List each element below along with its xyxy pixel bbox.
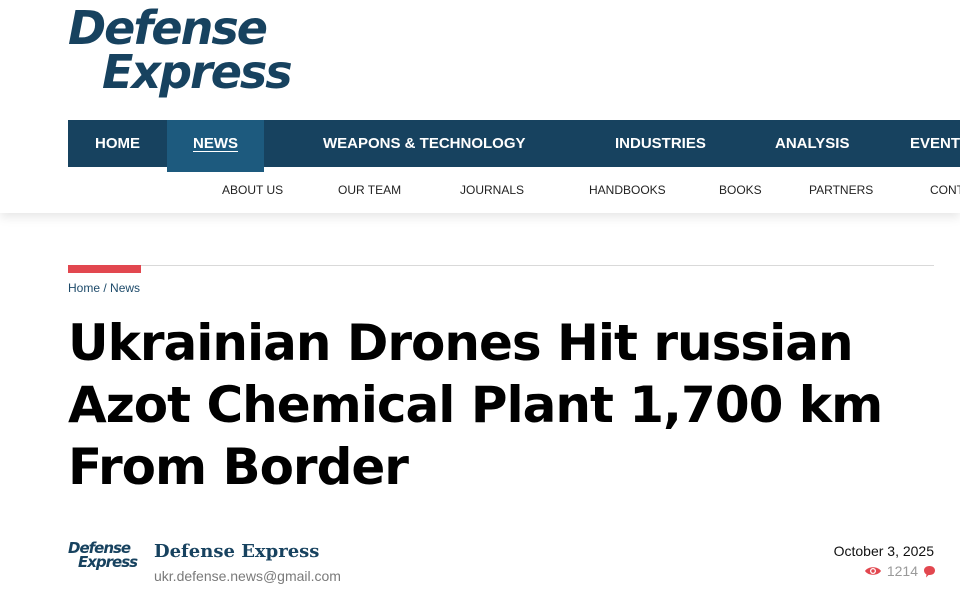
nav-item-news[interactable]: NEWS xyxy=(167,120,264,172)
breadcrumb-separator: / xyxy=(100,281,111,295)
article-title: Ukrainian Drones Hit russian Azot Chemic… xyxy=(68,314,883,496)
author-email[interactable]: ukr.defense.news@gmail.com xyxy=(154,568,341,584)
article-stats: 1214 xyxy=(864,563,936,579)
breadcrumb: Home / News xyxy=(68,281,140,295)
section-divider-accent xyxy=(68,265,141,273)
breadcrumb-home-link[interactable]: Home xyxy=(68,281,100,295)
eye-icon xyxy=(864,565,882,577)
site-header: Defense Express HOME NEWS WEAPONS & TECH… xyxy=(0,0,960,213)
author-avatar[interactable]: Defense Express xyxy=(68,541,138,585)
article-date: October 3, 2025 xyxy=(833,543,934,559)
nav-item-news-label: NEWS xyxy=(193,135,238,152)
subnav-item-about-us[interactable]: ABOUT US xyxy=(222,183,283,197)
nav-item-events[interactable]: EVENT xyxy=(910,120,960,167)
subnav-item-journals[interactable]: JOURNALS xyxy=(460,183,524,197)
subnav-item-our-team[interactable]: OUR TEAM xyxy=(338,183,401,197)
site-logo[interactable]: Defense Express xyxy=(68,1,293,99)
subnav-item-handbooks[interactable]: HANDBOOKS xyxy=(589,183,666,197)
comment-icon[interactable] xyxy=(923,565,936,578)
nav-item-analysis[interactable]: ANALYSIS xyxy=(775,120,849,167)
view-count: 1214 xyxy=(886,563,918,579)
avatar-logo-line2: Express xyxy=(78,553,138,571)
section-divider xyxy=(68,265,934,266)
nav-item-industries[interactable]: INDUSTRIES xyxy=(615,120,706,167)
main-nav: HOME NEWS WEAPONS & TECHNOLOGY INDUSTRIE… xyxy=(68,120,960,172)
logo-line2: Express xyxy=(102,45,293,99)
subnav-item-partners[interactable]: PARTNERS xyxy=(809,183,873,197)
breadcrumb-news-link[interactable]: News xyxy=(110,281,140,295)
subnav-item-contacts[interactable]: CONT xyxy=(930,183,960,197)
nav-item-home[interactable]: HOME xyxy=(95,120,140,167)
author-name[interactable]: Defense Express xyxy=(154,541,319,562)
subnav-item-books[interactable]: BOOKS xyxy=(719,183,762,197)
nav-item-weapons-technology[interactable]: WEAPONS & TECHNOLOGY xyxy=(323,120,526,167)
logo-line1: Defense xyxy=(68,1,268,55)
